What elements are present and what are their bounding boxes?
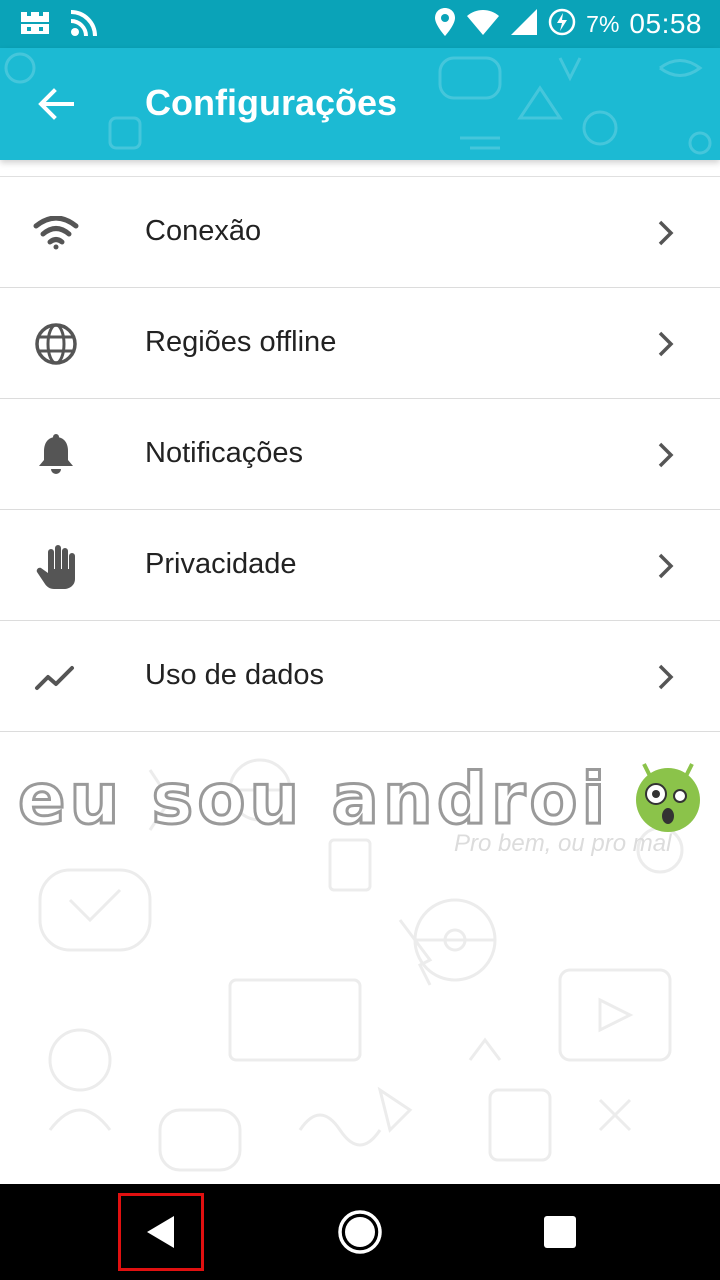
back-arrow-button[interactable]	[24, 74, 88, 134]
chevron-right-icon	[658, 664, 674, 690]
battery-percent: 7%	[586, 10, 620, 37]
chevron-right-icon	[658, 553, 674, 579]
trending-chart-icon	[30, 656, 82, 698]
circle-home-icon	[338, 1210, 382, 1254]
signal-icon	[510, 8, 538, 41]
nav-back-button[interactable]	[118, 1193, 204, 1271]
hand-icon	[30, 545, 82, 589]
cast-icon	[70, 9, 102, 42]
chevron-right-icon	[658, 220, 674, 246]
globe-icon	[30, 323, 82, 365]
chevron-right-icon	[658, 442, 674, 468]
settings-item-label: Notificações	[145, 437, 303, 469]
settings-item-label: Conexão	[145, 215, 262, 247]
wifi-icon	[466, 8, 500, 41]
arrow-left-icon	[38, 88, 74, 120]
wifi-icon	[30, 212, 82, 254]
navigation-bar	[0, 1184, 720, 1280]
settings-item-privacy[interactable]: Privacidade	[0, 510, 720, 621]
settings-item-data-usage[interactable]: Uso de dados	[0, 621, 720, 732]
triangle-back-icon	[147, 1216, 174, 1248]
square-recents-icon	[544, 1216, 576, 1248]
clock: 05:58	[629, 8, 702, 39]
settings-item-label: Uso de dados	[145, 659, 324, 691]
app-bar: Configurações	[0, 48, 720, 160]
settings-list: Conexão Regiões offline Notificações Pri…	[0, 176, 720, 732]
notification-app-icon	[18, 8, 52, 43]
settings-item-offline-regions[interactable]: Regiões offline	[0, 288, 720, 399]
settings-item-label: Regiões offline	[145, 326, 337, 358]
nav-recents-button[interactable]	[518, 1192, 602, 1272]
page-title: Configurações	[145, 82, 398, 123]
settings-item-connection[interactable]: Conexão	[0, 177, 720, 288]
android-mascot-logo	[636, 763, 700, 832]
status-bar: 7% 05:58	[0, 0, 720, 48]
settings-item-label: Privacidade	[145, 548, 297, 580]
watermark: eu sou androi Pro bem, ou pro mal	[16, 757, 708, 868]
watermark-brand: eu sou androi	[16, 757, 610, 842]
nav-home-button[interactable]	[318, 1192, 402, 1272]
location-icon	[434, 7, 456, 42]
bell-icon	[30, 434, 82, 476]
battery-charging-icon	[548, 8, 576, 41]
chevron-right-icon	[658, 331, 674, 357]
settings-item-notifications[interactable]: Notificações	[0, 399, 720, 510]
